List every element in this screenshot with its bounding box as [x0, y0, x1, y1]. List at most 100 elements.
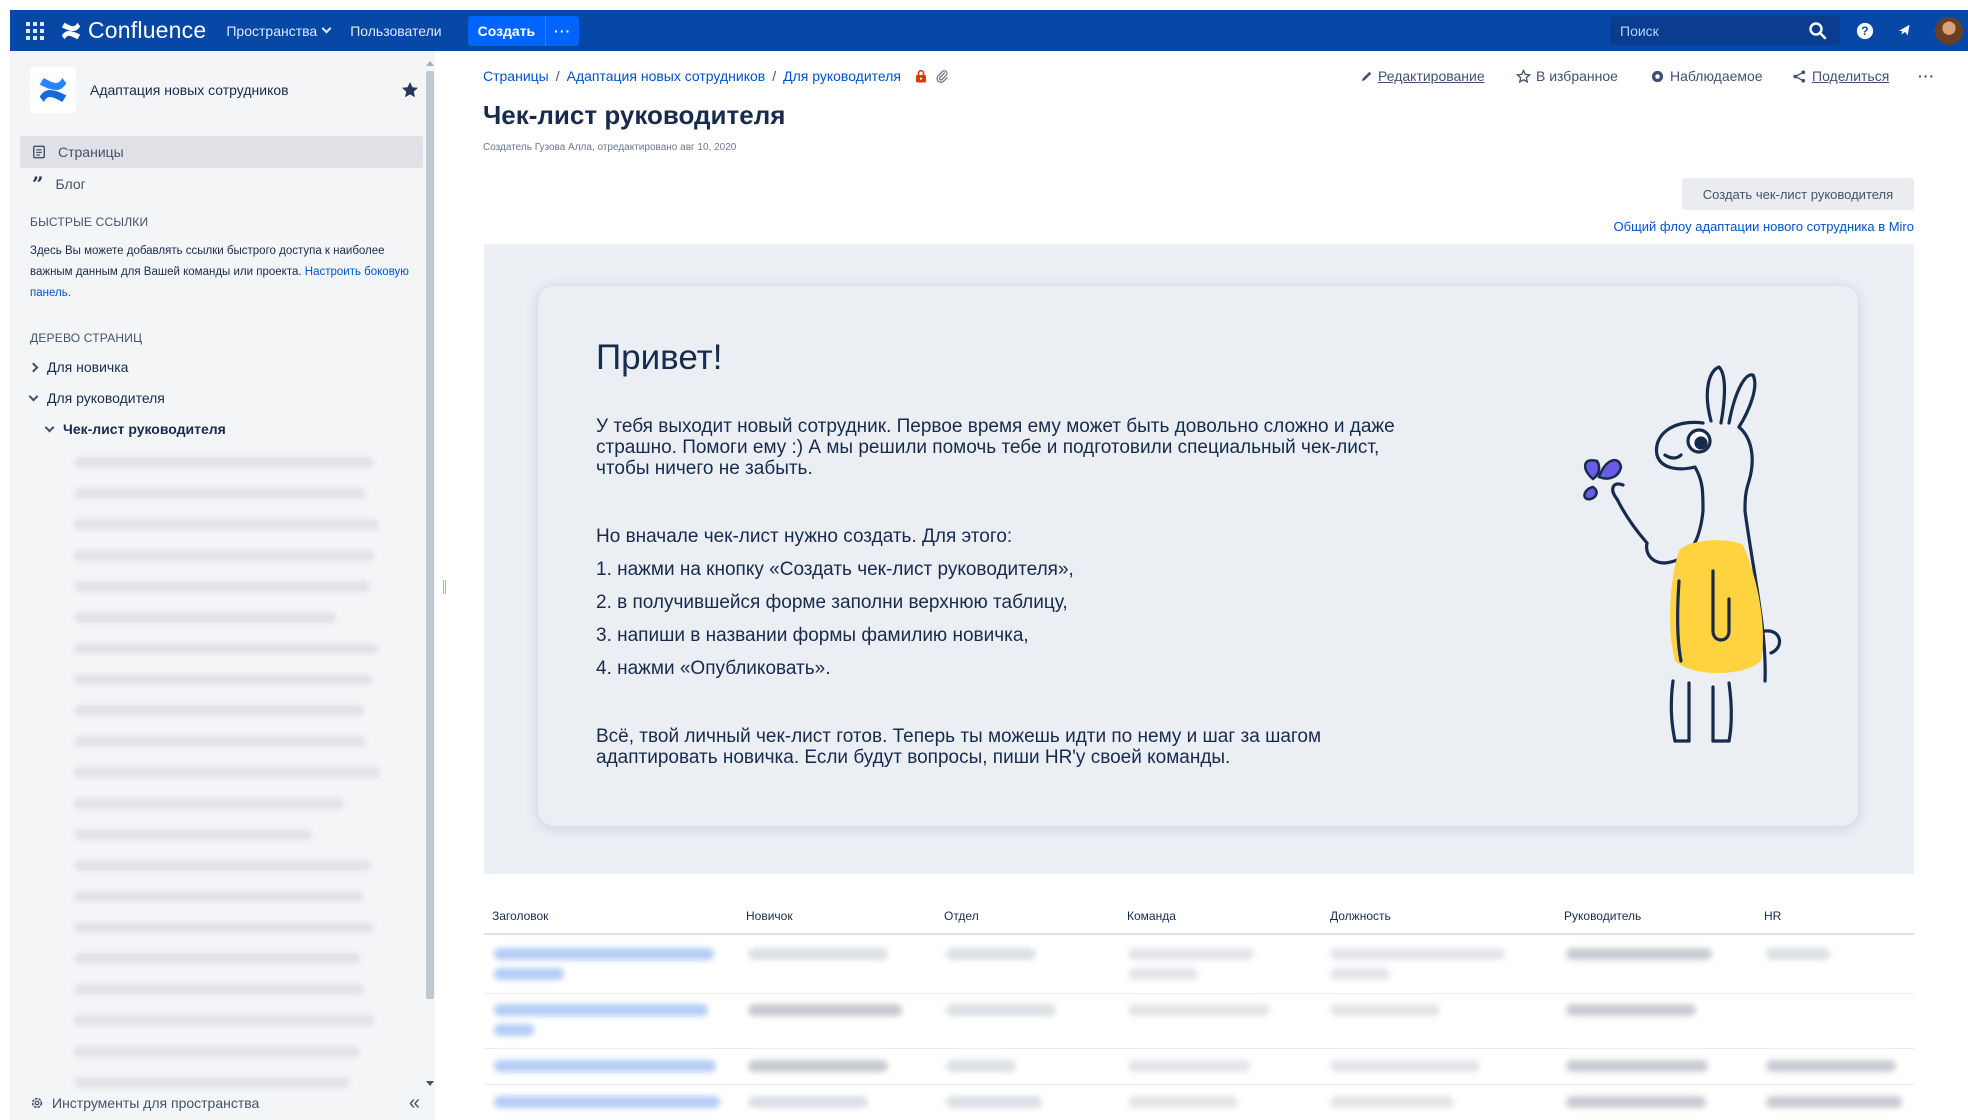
chevron-right-icon: [28, 362, 39, 372]
tree-child-blurred[interactable]: [74, 488, 366, 499]
step-item: 2. в получившейся форме заполни верхнюю …: [596, 592, 1068, 613]
tree-child-blurred[interactable]: [74, 1077, 350, 1088]
create-more-button[interactable]: ···: [545, 15, 580, 46]
table-header-divider: [484, 933, 1914, 935]
tree-item-label: Для руководителя: [47, 390, 165, 406]
tree-child-blurred[interactable]: [74, 581, 370, 592]
column-header-team[interactable]: Команда: [1127, 909, 1176, 923]
tree-child-blurred[interactable]: [74, 1046, 359, 1057]
sidebar-item-blog-label: Блог: [55, 176, 86, 192]
search-input[interactable]: Поиск: [1610, 16, 1840, 45]
pencil-icon: [1361, 71, 1372, 81]
tree-child-blurred[interactable]: [74, 674, 372, 685]
favorite-button[interactable]: В избранное: [1516, 68, 1618, 84]
sidebar-item-pages-label: Страницы: [58, 144, 124, 160]
chevron-down-icon: [321, 23, 332, 34]
spaces-menu[interactable]: Пространства: [226, 22, 332, 39]
tree-child-blurred[interactable]: [74, 643, 378, 654]
tree-child-blurred[interactable]: [74, 798, 344, 809]
tree-child-blurred[interactable]: [74, 829, 312, 840]
column-header-newcomer[interactable]: Новичок: [746, 909, 793, 923]
users-link[interactable]: Пользователи: [350, 23, 441, 39]
column-header-title[interactable]: Заголовок: [492, 909, 548, 923]
miro-flow-link[interactable]: Общий флоу адаптации нового сотрудника в…: [1614, 219, 1914, 234]
star-outline-icon: [1516, 68, 1531, 83]
tree-child-blurred[interactable]: [74, 953, 360, 964]
breadcrumb: Страницы / Адаптация новых сотрудников /…: [483, 68, 949, 84]
attachment-icon[interactable]: [935, 69, 949, 83]
column-header-department[interactable]: Отдел: [944, 909, 979, 923]
favorite-label: В избранное: [1536, 68, 1618, 84]
space-header[interactable]: Адаптация новых сотрудников: [30, 65, 420, 115]
tree-item-label: Для новичка: [47, 359, 129, 375]
search-placeholder: Поиск: [1620, 22, 1659, 39]
more-actions-button[interactable]: ···: [1918, 68, 1935, 84]
tree-child-blurred[interactable]: [74, 705, 364, 716]
tree-item-manager[interactable]: Для руководителя: [28, 390, 165, 406]
watch-button[interactable]: Наблюдаемое: [1650, 68, 1763, 84]
tree-child-blurred[interactable]: [74, 519, 379, 530]
step-item: 1. нажми на кнопку «Создать чек-лист рук…: [596, 559, 1074, 580]
column-header-position[interactable]: Должность: [1330, 909, 1391, 923]
sidebar: Адаптация новых сотрудников Страницы ” Б…: [10, 51, 435, 1120]
tree-item-manager-checklist[interactable]: Чек-лист руководителя: [44, 421, 226, 437]
intro-paragraph: У тебя выходит новый сотрудник. Первое в…: [596, 416, 1395, 479]
collapse-sidebar-button[interactable]: «: [409, 1092, 420, 1115]
tree-child-blurred[interactable]: [74, 736, 366, 747]
sidebar-resize-handle[interactable]: [443, 580, 446, 594]
page-icon: [33, 145, 45, 159]
tree-child-blurred[interactable]: [74, 767, 380, 778]
help-icon[interactable]: ?: [1853, 19, 1877, 43]
star-icon[interactable]: [400, 80, 420, 100]
breadcrumb-item[interactable]: Адаптация новых сотрудников: [567, 68, 766, 84]
space-tools-label: Инструменты для пространства: [52, 1095, 260, 1111]
space-tools[interactable]: Инструменты для пространства «: [30, 1088, 420, 1118]
eye-icon: [1651, 70, 1664, 82]
chevron-down-icon: [28, 391, 39, 401]
breadcrumb-item[interactable]: Для руководителя: [783, 68, 901, 84]
edit-button[interactable]: Редактирование: [1360, 68, 1485, 84]
search-icon[interactable]: [1808, 21, 1828, 41]
quote-icon: ”: [32, 172, 44, 196]
edit-label: Редактирование: [1378, 68, 1485, 84]
notifications-icon[interactable]: [1893, 19, 1917, 43]
breadcrumb-item[interactable]: Страницы: [483, 68, 549, 84]
greeting-heading: Привет!: [596, 338, 723, 377]
grid-icon: [26, 21, 44, 40]
watch-label: Наблюдаемое: [1670, 68, 1763, 84]
user-avatar[interactable]: [1935, 17, 1963, 45]
create-checklist-button[interactable]: Создать чек-лист руководителя: [1682, 178, 1914, 210]
share-button[interactable]: Поделиться: [1792, 68, 1889, 84]
space-logo: [30, 67, 76, 113]
quick-links-description: Здесь Вы можете добавлять ссылки быстрог…: [30, 241, 410, 304]
sidebar-item-blog[interactable]: ” Блог: [20, 168, 423, 200]
confluence-space-icon: [39, 78, 67, 102]
step-item: 3. напиши в названии формы фамилию нович…: [596, 625, 1029, 646]
lock-icon[interactable]: [914, 69, 928, 83]
tree-child-blurred[interactable]: [74, 1015, 374, 1026]
sidebar-scrollbar[interactable]: [425, 61, 435, 1091]
column-header-manager[interactable]: Руководитель: [1564, 909, 1641, 923]
svg-text:?: ?: [1861, 25, 1868, 38]
column-header-hr[interactable]: HR: [1764, 909, 1781, 923]
app-switcher-button[interactable]: [10, 10, 60, 51]
tree-child-blurred[interactable]: [74, 922, 374, 933]
tree-item-newcomer[interactable]: Для новичка: [28, 359, 129, 375]
share-label: Поделиться: [1812, 68, 1890, 84]
scroll-thumb[interactable]: [426, 71, 434, 999]
scroll-up-arrow[interactable]: [426, 61, 434, 66]
confluence-logo[interactable]: Confluence: [60, 17, 206, 44]
tree-child-blurred[interactable]: [74, 550, 374, 561]
tree-child-blurred[interactable]: [74, 612, 336, 623]
sidebar-item-pages[interactable]: Страницы: [20, 136, 423, 168]
tree-child-blurred[interactable]: [74, 457, 374, 468]
tree-child-blurred[interactable]: [74, 860, 371, 871]
tree-child-blurred[interactable]: [74, 891, 363, 902]
tree-child-blurred[interactable]: [74, 984, 364, 995]
scroll-down-arrow[interactable]: [426, 1081, 434, 1086]
table-row-divider: [484, 1084, 1914, 1085]
create-button[interactable]: Создать: [467, 15, 546, 46]
page-byline: Создатель Гузова Алла, отредактировано а…: [483, 142, 737, 153]
space-name: Адаптация новых сотрудников: [90, 82, 289, 98]
spaces-menu-label: Пространства: [226, 22, 318, 39]
